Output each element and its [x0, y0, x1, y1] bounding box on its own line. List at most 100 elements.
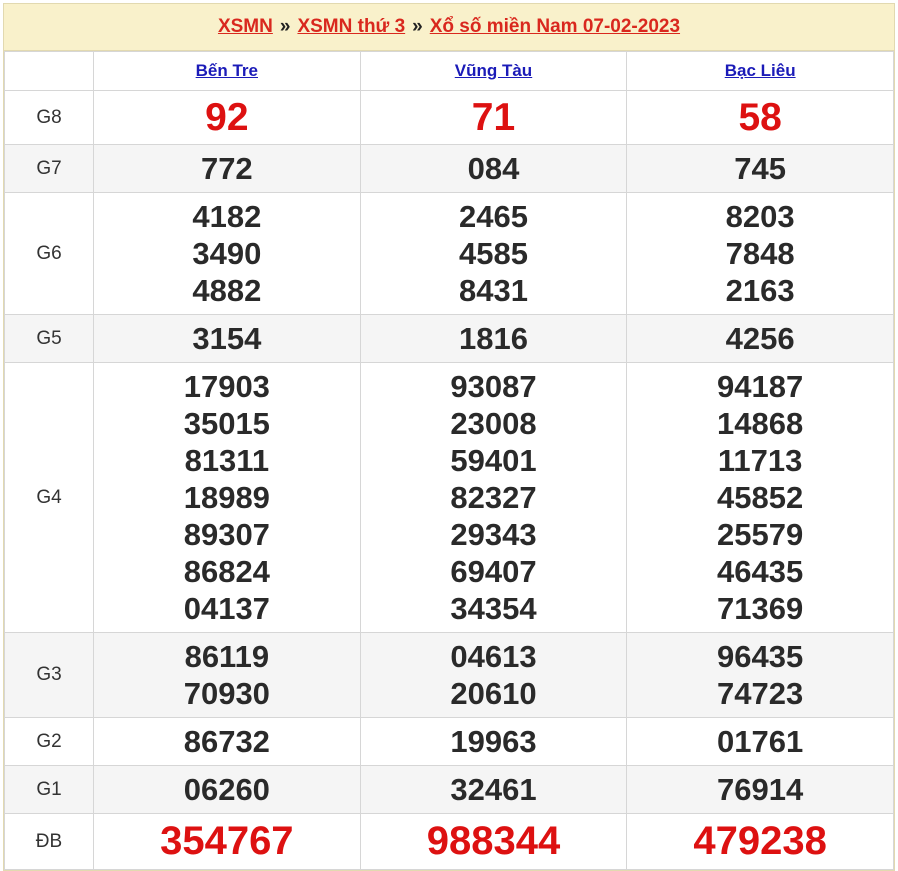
prize-number: 479238: [693, 819, 827, 863]
prize-number: 45852: [717, 480, 804, 515]
prize-number: 8431: [459, 273, 528, 308]
breadcrumb-link-weekday[interactable]: XSMN thứ 3: [297, 16, 405, 38]
prize-cell: 17903 35015 81311 18989 89307 86824 04137: [93, 362, 361, 633]
prize-row: G1 06260 32461 76914: [4, 765, 894, 814]
prize-cell: 988344: [359, 813, 628, 870]
prize-number: 82327: [450, 480, 537, 515]
prize-number: 25579: [717, 517, 804, 552]
prize-cell: 93087 23008 59401 82327 29343 69407 34354: [359, 362, 628, 633]
prize-cell: 96435 74723: [626, 632, 894, 718]
prize-number: 86732: [183, 724, 270, 759]
prize-number: 4182: [192, 199, 262, 234]
prize-cell: 1816: [359, 314, 628, 363]
prize-cell: 354767: [93, 813, 361, 870]
prize-label: G4: [4, 362, 94, 633]
prize-number: 4585: [459, 236, 528, 271]
prize-number: 1816: [459, 321, 528, 356]
prize-number: 71369: [717, 591, 804, 626]
prize-number: 4882: [192, 273, 262, 308]
prize-cell: 86732: [93, 717, 361, 766]
prize-number: 06260: [183, 772, 270, 807]
prize-number: 084: [467, 151, 520, 186]
prize-cell: 86119 70930: [93, 632, 361, 718]
breadcrumb-link-date[interactable]: Xổ số miền Nam 07-02-2023: [430, 16, 680, 38]
prize-cell: 084: [359, 144, 628, 193]
prize-cell: 76914: [626, 765, 894, 814]
prize-number: 8203: [725, 199, 795, 234]
province-header-row: Bến Tre Vũng Tàu Bạc Liêu: [4, 51, 894, 91]
prize-cell: 8203 7848 2163: [626, 192, 894, 315]
prize-number: 81311: [184, 443, 270, 478]
prize-cell: 94187 14868 11713 45852 25579 46435 71369: [626, 362, 894, 633]
breadcrumb-link-xsmn[interactable]: XSMN: [218, 16, 273, 38]
prize-cell: 92: [93, 90, 361, 145]
prize-number: 14868: [717, 406, 804, 441]
results-body: G8 92 71 58 G7 772 084 745 G6 4182 3490 4882 2465 458…: [4, 90, 894, 870]
prize-number: 20610: [450, 676, 537, 711]
province-header: Vũng Tàu: [359, 51, 628, 91]
prize-number: 3490: [192, 236, 262, 271]
prize-row: G8 92 71 58: [4, 90, 894, 145]
prize-number: 2465: [459, 199, 528, 234]
prize-label: G2: [4, 717, 94, 766]
prize-number: 354767: [160, 819, 294, 863]
province-link-vung-tau[interactable]: Vũng Tàu: [455, 61, 532, 80]
prize-number: 7848: [725, 236, 795, 271]
prize-number: 17903: [183, 369, 270, 404]
prize-row: G6 4182 3490 4882 2465 4585 8431 8203 7848 2163: [4, 192, 894, 315]
prize-number: 19963: [450, 724, 537, 759]
prize-row: G5 3154 1816 4256: [4, 314, 894, 363]
prize-cell: 01761: [626, 717, 894, 766]
prize-number: 86119: [184, 639, 270, 674]
prize-number: 59401: [450, 443, 537, 478]
prize-number: 86824: [183, 554, 270, 589]
prize-number: 988344: [426, 819, 561, 863]
province-header: Bến Tre: [93, 51, 361, 91]
prize-number: 58: [738, 96, 782, 139]
prize-label: G3: [4, 632, 94, 718]
prize-row: G2 86732 19963 01761: [4, 717, 894, 766]
prize-label: G5: [4, 314, 94, 363]
prize-number: 96435: [717, 639, 804, 674]
prize-number: 35015: [183, 406, 270, 441]
prize-number: 29343: [450, 517, 537, 552]
prize-number: 04613: [450, 639, 537, 674]
province-link-ben-tre[interactable]: Bến Tre: [196, 61, 258, 80]
prize-number: 76914: [717, 772, 804, 807]
prize-number: 2163: [725, 273, 795, 308]
prize-number: 23008: [450, 406, 537, 441]
prize-number: 745: [734, 151, 787, 186]
prize-cell: 2465 4585 8431: [359, 192, 628, 315]
prize-cell: 4182 3490 4882: [93, 192, 361, 315]
province-link-bac-lieu[interactable]: Bạc Liêu: [725, 61, 796, 80]
breadcrumb-separator: »: [279, 16, 291, 37]
breadcrumb-separator: »: [412, 16, 423, 37]
prize-cell: 3154: [93, 314, 361, 363]
prize-row: G7 772 084 745: [4, 144, 894, 193]
prize-row: ĐB 354767 988344 479238: [4, 813, 894, 870]
prize-number: 69407: [450, 554, 537, 589]
prize-cell: 04613 20610: [359, 632, 628, 718]
prize-number: 94187: [717, 369, 804, 404]
prize-cell: 479238: [626, 813, 894, 870]
breadcrumb: XSMN » XSMN thứ 3 » Xổ số miền Nam 07-02…: [4, 4, 894, 51]
results-table: Bến Tre Vũng Tàu Bạc Liêu G8 92 71 58 G7 772 0…: [4, 51, 894, 870]
prize-cell: 32461: [359, 765, 628, 814]
prize-number: 04137: [183, 591, 270, 626]
prize-cell: 06260: [93, 765, 361, 814]
prize-number: 3154: [192, 321, 262, 356]
prize-number: 11713: [717, 443, 803, 478]
results-panel: XSMN » XSMN thứ 3 » Xổ số miền Nam 07-02…: [3, 3, 895, 871]
province-header: Bạc Liêu: [626, 51, 894, 91]
prize-label: G8: [4, 90, 94, 145]
prize-number: 18989: [183, 480, 270, 515]
prize-number: 32461: [450, 772, 537, 807]
prize-cell: 58: [626, 90, 894, 145]
prize-number: 4256: [725, 321, 795, 356]
prize-number: 34354: [450, 591, 537, 626]
prize-row: G3 86119 70930 04613 20610 96435 74723: [4, 632, 894, 718]
prize-number: 46435: [717, 554, 804, 589]
prize-number: 01761: [717, 724, 804, 759]
prize-label: ĐB: [4, 813, 94, 870]
prize-label: G7: [4, 144, 94, 193]
